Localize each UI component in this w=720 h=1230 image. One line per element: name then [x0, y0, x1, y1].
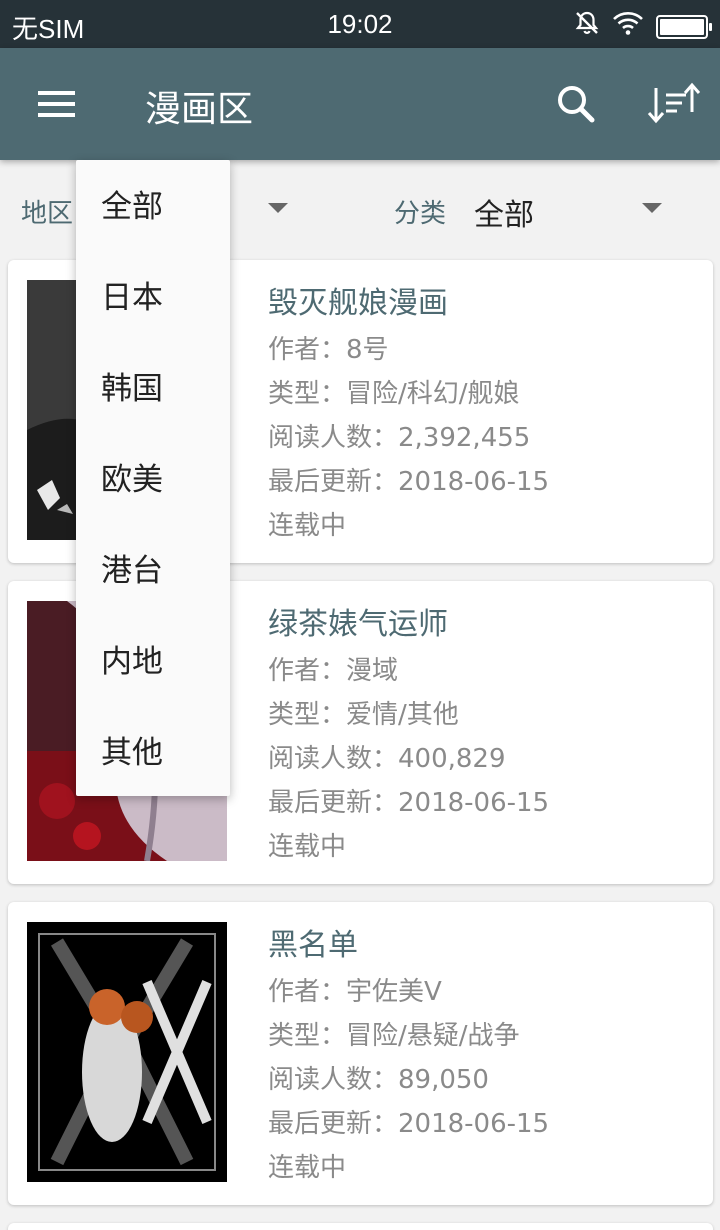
- status-bar: 无SIM 19:02: [0, 0, 720, 48]
- comic-card[interactable]: [8, 1223, 713, 1230]
- comic-readers: 阅读人数：2,392,455: [268, 423, 531, 453]
- silent-bell-icon: [574, 10, 600, 43]
- comic-author: 作者：宇佐美V: [268, 977, 442, 1007]
- comic-status: 连载中: [268, 832, 347, 862]
- app-toolbar: 漫画区: [0, 48, 720, 160]
- region-dropdown-menu: 全部 日本 韩国 欧美 港台 内地 其他: [76, 160, 230, 796]
- region-option[interactable]: 全部: [76, 160, 230, 251]
- sort-icon[interactable]: [644, 78, 701, 130]
- comic-author: 作者：8号: [268, 335, 389, 365]
- region-option[interactable]: 日本: [76, 251, 230, 342]
- comic-author: 作者：漫域: [268, 656, 399, 686]
- comic-title[interactable]: 黑名单: [268, 926, 549, 970]
- comic-genre: 类型：爱情/其他: [268, 700, 459, 730]
- region-option[interactable]: 其他: [76, 706, 230, 797]
- comic-status: 连载中: [268, 511, 347, 541]
- comic-title[interactable]: 绿茶婊气运师: [268, 605, 549, 649]
- comic-genre: 类型：冒险/悬疑/战争: [268, 1021, 520, 1051]
- comic-cover-image[interactable]: [27, 922, 227, 1182]
- comic-card[interactable]: 黑名单 作者：宇佐美V 类型：冒险/悬疑/战争 阅读人数：89,050 最后更新…: [8, 902, 713, 1205]
- comic-title[interactable]: 毁灭舰娘漫画: [268, 284, 549, 328]
- region-option[interactable]: 内地: [76, 615, 230, 706]
- page-title: 漫画区: [145, 89, 254, 130]
- category-filter-label: 分类: [394, 199, 447, 229]
- category-filter-value[interactable]: 全部: [474, 190, 534, 234]
- region-dropdown-caret-icon[interactable]: [268, 203, 288, 213]
- region-option[interactable]: 韩国: [76, 342, 230, 433]
- comic-updated: 最后更新：2018-06-15: [268, 467, 550, 497]
- comic-updated: 最后更新：2018-06-15: [268, 1109, 550, 1139]
- region-filter-label: 地区: [21, 199, 74, 229]
- region-option[interactable]: 港台: [76, 524, 230, 615]
- wifi-icon: [612, 10, 644, 43]
- comic-status: 连载中: [268, 1153, 347, 1183]
- comic-genre: 类型：冒险/科幻/舰娘: [268, 379, 520, 409]
- search-icon[interactable]: [552, 80, 600, 128]
- category-dropdown-caret-icon[interactable]: [642, 203, 662, 213]
- comic-updated: 最后更新：2018-06-15: [268, 788, 550, 818]
- battery-icon: [656, 14, 712, 39]
- hamburger-menu-icon[interactable]: [30, 80, 82, 128]
- comic-readers: 阅读人数：89,050: [268, 1065, 489, 1095]
- comic-readers: 阅读人数：400,829: [268, 744, 506, 774]
- region-option[interactable]: 欧美: [76, 433, 230, 524]
